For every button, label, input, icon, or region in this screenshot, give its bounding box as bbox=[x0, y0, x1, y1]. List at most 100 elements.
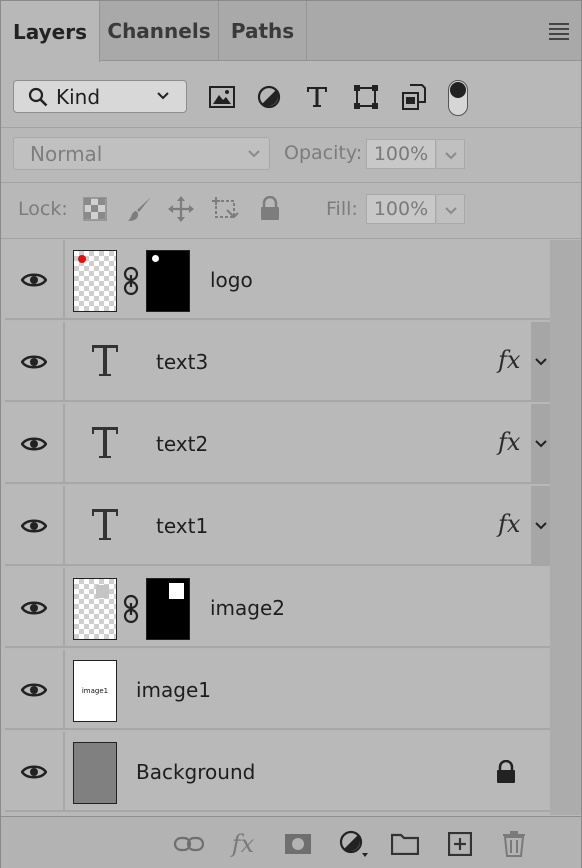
shape-filter-icon[interactable] bbox=[350, 81, 382, 113]
type-filter-icon[interactable] bbox=[301, 81, 333, 113]
logo-mark bbox=[78, 255, 86, 263]
divider bbox=[1, 182, 581, 183]
eye-icon bbox=[21, 273, 47, 287]
divider bbox=[1, 127, 581, 128]
layer-effects-icon[interactable]: fx bbox=[498, 510, 520, 538]
layers-list: logo text3 fx text2 fx text1 fx image2 i… bbox=[5, 240, 550, 815]
fill-label: Fill: bbox=[326, 198, 358, 220]
lock-paint-icon[interactable] bbox=[126, 195, 154, 223]
layer-name[interactable]: text2 bbox=[156, 432, 208, 456]
layer-row-background[interactable]: Background bbox=[5, 732, 550, 812]
kind-filter-label: Kind bbox=[56, 84, 101, 109]
text-layer-icon bbox=[92, 427, 118, 458]
layer-effects-icon[interactable]: fx bbox=[498, 428, 520, 456]
eye-icon bbox=[21, 601, 47, 615]
delete-icon[interactable] bbox=[499, 829, 529, 859]
effects-expand-button[interactable] bbox=[531, 322, 550, 402]
lock-icon[interactable] bbox=[495, 760, 517, 784]
new-layer-icon[interactable] bbox=[445, 829, 475, 859]
layer-mask-thumbnail[interactable] bbox=[146, 250, 190, 312]
tab-paths[interactable]: Paths bbox=[219, 1, 307, 61]
link-icon[interactable] bbox=[122, 594, 140, 624]
fill-dropdown-button[interactable] bbox=[437, 194, 465, 224]
pixel-filter-icon[interactable] bbox=[206, 81, 238, 113]
search-icon bbox=[28, 87, 48, 106]
eye-icon bbox=[21, 519, 47, 533]
visibility-toggle[interactable] bbox=[5, 732, 65, 812]
chevron-down-icon bbox=[445, 152, 457, 160]
lock-label: Lock: bbox=[18, 198, 68, 220]
mask-dot bbox=[152, 255, 159, 262]
visibility-toggle[interactable] bbox=[5, 568, 65, 648]
layer-name[interactable]: image1 bbox=[136, 678, 211, 702]
adjustment-layer-icon[interactable] bbox=[338, 829, 368, 859]
layer-row-logo[interactable]: logo bbox=[5, 240, 550, 320]
blend-mode-select[interactable]: Normal bbox=[13, 137, 270, 170]
layer-name[interactable]: logo bbox=[210, 268, 253, 292]
eye-icon bbox=[21, 355, 47, 369]
layer-row-text1[interactable]: text1 fx bbox=[5, 486, 550, 566]
layer-name[interactable]: text3 bbox=[156, 350, 208, 374]
chevron-down-icon bbox=[248, 150, 260, 158]
layer-name[interactable]: image2 bbox=[210, 596, 285, 620]
adjustment-filter-icon[interactable] bbox=[253, 81, 285, 113]
panel-menu-icon[interactable] bbox=[549, 23, 569, 40]
layer-row-text3[interactable]: text3 fx bbox=[5, 322, 550, 402]
tab-channels[interactable]: Channels bbox=[100, 1, 219, 61]
thumb-content bbox=[96, 585, 109, 598]
text-layer-icon bbox=[92, 509, 118, 540]
layer-row-image1[interactable]: image1 image1 bbox=[5, 650, 550, 730]
layer-thumbnail[interactable] bbox=[73, 742, 117, 804]
opacity-dropdown-button[interactable] bbox=[437, 139, 465, 169]
effects-expand-button[interactable] bbox=[531, 486, 550, 566]
layer-row-image2[interactable]: image2 bbox=[5, 568, 550, 648]
layer-thumbnail[interactable] bbox=[73, 578, 117, 640]
layers-panel: Layers Channels Paths Kind Normal Opacit… bbox=[0, 0, 582, 868]
layer-thumbnail[interactable] bbox=[73, 250, 117, 312]
opacity-input[interactable]: 100% bbox=[366, 139, 436, 169]
chevron-down-icon bbox=[534, 440, 547, 448]
link-icon[interactable] bbox=[122, 266, 140, 296]
link-layers-icon[interactable] bbox=[174, 829, 204, 859]
eye-icon bbox=[21, 683, 47, 697]
smart-object-filter-icon[interactable] bbox=[398, 81, 430, 113]
visibility-toggle[interactable] bbox=[5, 322, 65, 402]
layer-mask-thumbnail[interactable] bbox=[146, 578, 190, 640]
tab-layers[interactable]: Layers bbox=[1, 1, 100, 62]
lock-position-icon[interactable] bbox=[167, 195, 195, 223]
visibility-toggle[interactable] bbox=[5, 404, 65, 484]
layer-name[interactable]: text1 bbox=[156, 514, 208, 538]
new-group-icon[interactable] bbox=[390, 829, 420, 859]
fill-input[interactable]: 100% bbox=[366, 194, 436, 224]
effects-expand-button[interactable] bbox=[531, 404, 550, 484]
divider bbox=[1, 238, 581, 239]
mask-shape bbox=[169, 583, 184, 599]
visibility-toggle[interactable] bbox=[5, 240, 65, 320]
add-style-icon[interactable]: fx bbox=[228, 829, 258, 859]
kind-filter-select[interactable]: Kind bbox=[13, 80, 187, 113]
tab-bar: Layers Channels Paths bbox=[1, 1, 581, 62]
add-mask-icon[interactable] bbox=[283, 829, 313, 859]
chevron-down-icon bbox=[445, 207, 457, 215]
layer-thumbnail[interactable]: image1 bbox=[73, 660, 117, 722]
blend-mode-value: Normal bbox=[30, 141, 103, 166]
lock-artboard-icon[interactable] bbox=[211, 195, 239, 223]
eye-icon bbox=[21, 437, 47, 451]
lock-all-icon[interactable] bbox=[256, 195, 284, 223]
chevron-down-icon bbox=[157, 92, 169, 100]
thumb-text: image1 bbox=[81, 687, 109, 695]
layer-row-text2[interactable]: text2 fx bbox=[5, 404, 550, 484]
opacity-label: Opacity: bbox=[284, 142, 363, 164]
layers-scrollbar[interactable] bbox=[550, 240, 581, 815]
chevron-down-icon bbox=[534, 358, 547, 366]
lock-transparent-icon[interactable] bbox=[81, 195, 109, 223]
layer-name[interactable]: Background bbox=[136, 760, 255, 784]
visibility-toggle[interactable] bbox=[5, 486, 65, 566]
filter-toggle[interactable] bbox=[448, 80, 468, 116]
layer-effects-icon[interactable]: fx bbox=[498, 346, 520, 374]
text-layer-icon bbox=[92, 345, 118, 376]
eye-icon bbox=[21, 765, 47, 779]
chevron-down-icon bbox=[534, 522, 547, 530]
bottom-toolbar: fx bbox=[1, 816, 581, 868]
visibility-toggle[interactable] bbox=[5, 650, 65, 730]
